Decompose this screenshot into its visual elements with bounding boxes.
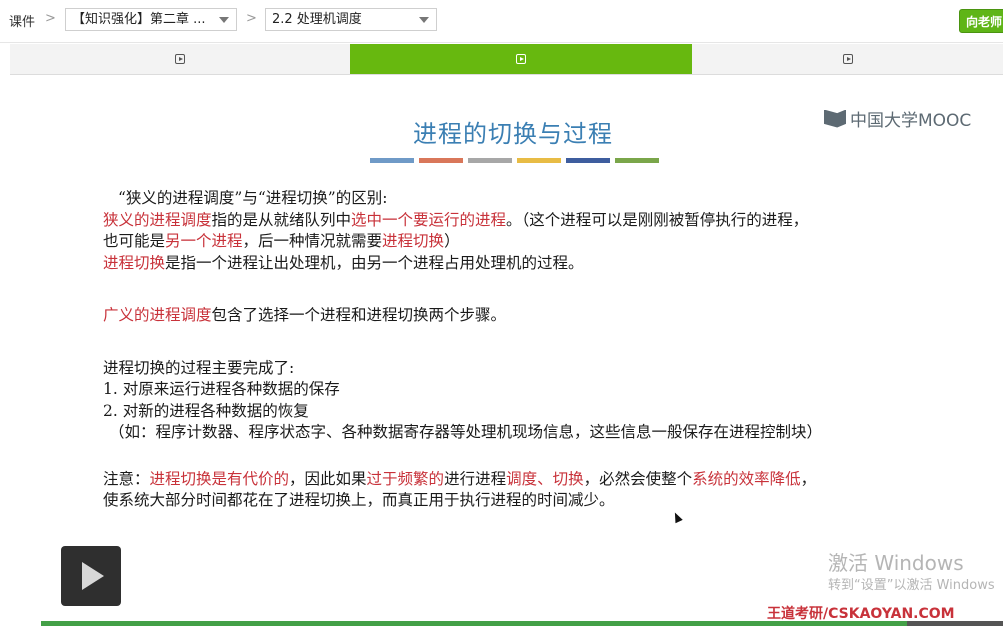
color-bar	[566, 158, 610, 163]
chevron-down-icon	[219, 17, 229, 23]
slide-line: “狭义的进程调度”与“进程切换”的区别:	[118, 189, 388, 207]
slide-line: （如：程序计数器、程序状态字、各种数据寄存器等处理机现场信息，这些信息一般保存在…	[109, 423, 823, 441]
slide-line: 1. 对原来运行进程各种数据的保存	[103, 380, 340, 398]
play-square-icon	[516, 54, 526, 64]
slide-line: 进程切换的过程主要完成了:	[103, 358, 295, 377]
tab-video-3[interactable]	[692, 44, 1003, 74]
color-bar	[419, 158, 463, 163]
ask-teacher-button[interactable]: 向老师	[959, 9, 1003, 33]
slide-line: 也可能是另一个进程，后一种情况就需要进程切换）	[103, 232, 460, 250]
mooc-logo-icon	[824, 109, 846, 128]
mooc-logo: 中国大学MOOC	[824, 106, 971, 131]
windows-activation-title: 激活 Windows	[828, 551, 964, 575]
play-square-icon	[842, 54, 853, 64]
chevron-down-icon	[419, 17, 429, 23]
play-icon[interactable]	[61, 546, 121, 606]
breadcrumb-separator-icon: >	[45, 11, 56, 26]
breadcrumb: 课件 > 【知识强化】第二章 ... > 2.2 处理机调度 向老师	[0, 0, 1003, 43]
section-select[interactable]: 2.2 处理机调度	[265, 8, 437, 31]
section-select-value: 2.2 处理机调度	[272, 12, 362, 27]
color-bar	[517, 158, 561, 163]
slide-line: 狭义的进程调度指的是从就绪队列中选中一个要运行的进程。（这个进程可以是刚刚被暂停…	[103, 210, 809, 229]
slide: 进程的切换与过程 中国大学MOOC “狭义的进程调度”与“进程切换”的区别: 狭…	[40, 76, 1003, 621]
color-bar	[468, 158, 512, 163]
brand-watermark: 王道考研/CSKAOYAN.COM	[767, 606, 955, 622]
mooc-logo-text: 中国大学MOOC	[850, 111, 972, 131]
slide-line: 2. 对新的进程各种数据的恢复	[103, 401, 309, 420]
slide-line: 进程切换是指一个进程让出处理机，由另一个进程占用处理机的过程。	[103, 253, 584, 272]
windows-activation-hint: 转到“设置”以激活 Windows	[828, 578, 995, 593]
color-bar	[370, 158, 414, 163]
slide-line: 使系统大部分时间都花在了进程切换上，而真正用于执行进程的时间减少。	[103, 491, 615, 509]
color-bar	[615, 158, 659, 163]
video-progress-bar[interactable]	[41, 621, 1003, 626]
video-progress-fill	[41, 621, 907, 626]
course-player-page: 课件 > 【知识强化】第二章 ... > 2.2 处理机调度 向老师 进程的切换…	[0, 0, 1003, 626]
chapter-select-value: 【知识强化】第二章 ...	[72, 12, 206, 27]
slide-line: 广义的进程调度包含了选择一个进程和进程切换两个步骤。	[103, 306, 507, 324]
slide-title: 进程的切换与过程	[413, 120, 613, 148]
breadcrumb-courseware[interactable]: 课件	[9, 11, 35, 30]
tab-video-2[interactable]	[350, 44, 692, 74]
lesson-tabs	[10, 44, 1003, 75]
slide-line: 注意：进程切换是有代价的，因此如果过于频繁的进行进程调度、切换，必然会使整个系统…	[103, 469, 817, 488]
tab-video-1[interactable]	[10, 44, 350, 74]
slide-body: “狭义的进程调度”与“进程切换”的区别: 狭义的进程调度指的是从就绪队列中选中一…	[103, 188, 963, 512]
play-square-icon	[175, 54, 185, 64]
breadcrumb-separator-icon: >	[246, 11, 257, 26]
chapter-select[interactable]: 【知识强化】第二章 ...	[65, 8, 237, 31]
